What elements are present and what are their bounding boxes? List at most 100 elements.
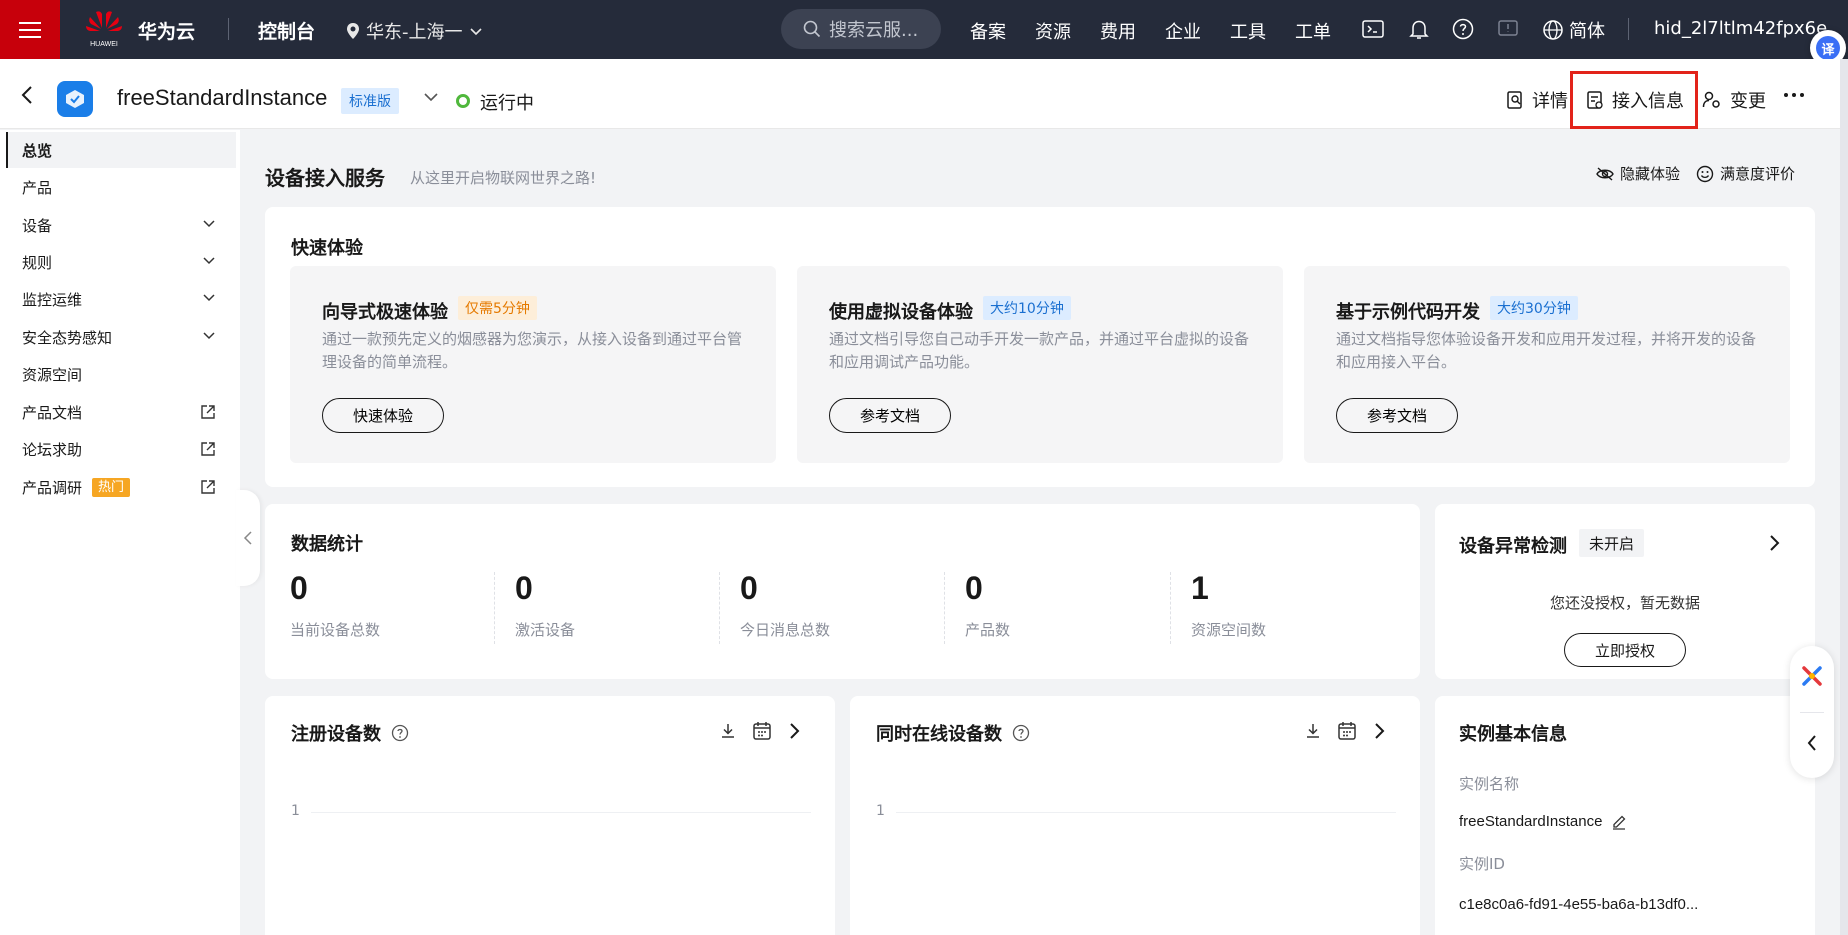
stat-label: 今日消息总数 [740,621,831,639]
sidebar-item-resource-space[interactable]: 资源空间 [6,356,236,392]
stat-value: 0 [965,570,983,606]
smiley-icon [1696,165,1714,182]
sidebar: 总览 产品 设备 规则 监控运维 安全态势感知 资源空间 产品文档 论坛求助 产… [0,130,240,935]
edit-pencil-icon[interactable] [1611,814,1627,830]
external-link-icon [201,442,215,456]
sidebar-item-label: 监控运维 [22,290,83,309]
stat-resource-spaces: 1 资源空间数 [1191,570,1266,640]
chart-title: 注册设备数 [291,724,381,745]
sidebar-item-label: 安全态势感知 [22,328,113,347]
calendar-icon[interactable] [1337,721,1357,741]
stat-label: 产品数 [965,621,1011,639]
stat-activated-devices: 0 激活设备 [515,570,575,640]
nav-resources[interactable]: 资源 [1035,18,1071,44]
satisfaction-link[interactable]: 满意度评价 [1696,163,1795,184]
divider [494,572,495,644]
card-title: 基于示例代码开发 [1336,302,1480,323]
translate-icon: 译 [1816,36,1840,60]
nav-enterprise[interactable]: 企业 [1165,18,1201,44]
sidebar-item-survey[interactable]: 产品调研 热门 [6,469,236,505]
help-circle-icon[interactable] [1012,724,1030,742]
quick-card-virtual-device: 使用虚拟设备体验 大约10分钟 通过文档引导您自己动手开发一款产品，并通过平台虚… [797,266,1283,463]
sidebar-item-docs[interactable]: 产品文档 [6,394,236,430]
terminal-icon[interactable] [1361,17,1385,41]
sidebar-item-products[interactable]: 产品 [6,169,236,205]
sidebar-item-forum[interactable]: 论坛求助 [6,431,236,467]
quick-experience-title: 快速体验 [291,238,363,259]
sidebar-collapse-handle[interactable] [236,490,260,586]
sidebar-item-overview[interactable]: 总览 [6,132,236,168]
help-circle-icon[interactable] [391,724,409,742]
anomaly-status-badge: 未开启 [1579,529,1645,557]
card-title: 向导式极速体验 [322,302,448,323]
instance-name: freeStandardInstance [117,85,328,110]
feedback-icon[interactable] [1496,17,1520,41]
download-icon[interactable] [1305,722,1321,740]
nav-beian[interactable]: 备案 [970,18,1006,44]
stat-value: 0 [740,570,758,606]
divider [1628,18,1629,40]
instance-name-value: freeStandardInstance [1459,813,1603,830]
basic-info-title: 实例基本信息 [1459,724,1567,745]
quick-card-wizard: 向导式极速体验 仅需5分钟 通过一款预先定义的烟感器为您演示，从接入设备到通过平… [290,266,776,463]
region-selector[interactable]: 华东-上海一 [346,18,483,44]
search-box[interactable]: 搜索云服... [781,9,941,49]
sidebar-item-rules[interactable]: 规则 [6,244,236,280]
nav-tools[interactable]: 工具 [1230,18,1266,44]
chevron-right-icon[interactable] [1374,722,1386,740]
authorize-now-button[interactable]: 立即授权 [1564,633,1686,667]
chevron-right-icon[interactable] [789,722,801,740]
bell-icon[interactable] [1407,17,1431,41]
page-scrollbar[interactable] [1840,59,1848,935]
help-icon[interactable] [1451,17,1475,41]
sidebar-item-label: 产品 [22,178,53,197]
anomaly-message: 您还没授权，暂无数据 [1549,594,1700,612]
sidebar-item-label: 论坛求助 [22,440,83,459]
divider [719,572,720,644]
details-button[interactable]: 详情 [1506,87,1568,113]
brand-name[interactable]: 华为云 [138,17,195,44]
nav-tickets[interactable]: 工单 [1295,18,1331,44]
eye-off-icon [1596,166,1614,181]
chevron-left-icon[interactable] [1806,734,1818,752]
nav-billing[interactable]: 费用 [1100,18,1136,44]
card-description: 通过一款预先定义的烟感器为您演示，从接入设备到通过平台管理设备的简单流程。 [322,330,743,371]
stat-today-messages: 0 今日消息总数 [740,570,830,640]
chart-header: 同时在线设备数 [876,720,1030,746]
console-link[interactable]: 控制台 [258,17,315,44]
calendar-icon[interactable] [752,721,772,741]
change-button[interactable]: 变更 [1702,87,1766,113]
more-actions-icon[interactable] [1784,93,1804,97]
download-icon[interactable] [720,722,736,740]
status-dot [456,94,470,108]
anomaly-title: 设备异常检测 [1459,536,1567,557]
region-label: 华东-上海一 [366,22,463,43]
chevron-down-icon [469,28,482,36]
chevron-right-icon[interactable] [1769,534,1781,552]
sidebar-item-monitoring[interactable]: 监控运维 [6,281,236,317]
instance-switch-chevron-icon[interactable] [423,91,439,103]
page-subtitle: 从这里开启物联网世界之路! [410,169,597,187]
globe-icon [1543,20,1563,40]
stat-products: 0 产品数 [965,570,1010,640]
language-selector[interactable]: 简体 [1542,17,1605,43]
menu-icon[interactable] [0,0,60,59]
user-account[interactable]: hid_2l7ltlm42fpx6e [1654,18,1827,39]
reference-doc-button[interactable]: 参考文档 [829,398,951,433]
reference-doc-button[interactable]: 参考文档 [1336,398,1458,433]
time-tag: 大约30分钟 [1490,296,1578,320]
sidebar-item-security[interactable]: 安全态势感知 [6,319,236,355]
assistant-icon[interactable] [1800,664,1824,688]
divider [228,18,229,40]
registered-devices-chart-panel: 注册设备数 1 [265,696,835,935]
sidebar-item-label: 产品文档 [22,403,83,422]
details-icon [1507,91,1522,109]
external-link-icon [201,405,215,419]
sidebar-item-devices[interactable]: 设备 [6,207,236,243]
details-label: 详情 [1532,91,1568,112]
huawei-logo[interactable]: HUAWEI [82,8,126,50]
quick-experience-button[interactable]: 快速体验 [322,398,444,433]
online-devices-chart-panel: 同时在线设备数 1 [850,696,1420,935]
hide-experience-link[interactable]: 隐藏体验 [1596,163,1680,184]
back-arrow-icon[interactable] [20,85,34,105]
